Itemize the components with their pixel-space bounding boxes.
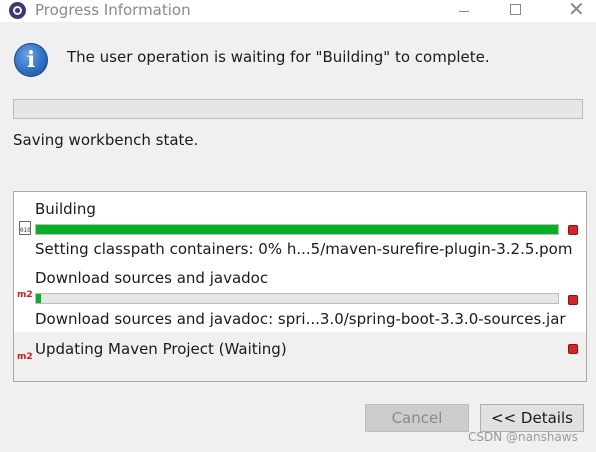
job-progress-fill — [36, 225, 558, 234]
job-detail: Download sources and javadoc: spri...3.0… — [35, 310, 566, 328]
eclipse-app-icon — [9, 2, 26, 19]
jobs-list: Building 010 Setting classpath container… — [13, 191, 587, 382]
info-icon: i — [14, 43, 48, 77]
job-name: Updating Maven Project (Waiting) — [35, 340, 287, 358]
maven-m2-icon: m2 — [17, 290, 33, 300]
minimize-icon — [459, 11, 469, 12]
maven-m2-icon: m2 — [17, 352, 33, 362]
progress-information-dialog: Progress Information ✕ i The user operat… — [0, 0, 596, 452]
main-progress-bar — [13, 99, 583, 119]
job-building: Building 010 Setting classpath container… — [14, 192, 586, 260]
job-updating-maven-project: Updating Maven Project (Waiting) m2 — [14, 332, 586, 381]
title-bar[interactable]: Progress Information ✕ — [0, 0, 596, 22]
job-detail: Setting classpath containers: 0% h...5/m… — [35, 240, 573, 258]
cancel-button[interactable]: Cancel — [365, 404, 469, 432]
stop-job-button[interactable] — [568, 225, 578, 235]
status-text: Saving workbench state. — [13, 131, 199, 149]
stop-job-button[interactable] — [568, 295, 578, 305]
job-name: Download sources and javadoc — [35, 269, 269, 287]
info-message: The user operation is waiting for "Build… — [67, 48, 490, 66]
window-title: Progress Information — [35, 1, 191, 19]
binary-file-icon: 010 — [19, 221, 31, 235]
maximize-icon — [510, 4, 521, 15]
stop-job-button[interactable] — [568, 344, 578, 354]
job-download-sources: Download sources and javadoc m2 Download… — [14, 260, 586, 332]
close-icon: ✕ — [568, 0, 585, 21]
minimize-button[interactable] — [448, 0, 488, 22]
maximize-button[interactable] — [496, 0, 536, 22]
job-progress-bar — [35, 224, 559, 235]
job-progress-bar — [35, 293, 559, 304]
watermark: CSDN @nanshaws — [468, 430, 578, 444]
details-button[interactable]: << Details — [480, 404, 584, 432]
job-progress-fill — [36, 294, 42, 303]
close-button[interactable]: ✕ — [552, 0, 592, 22]
job-name: Building — [35, 200, 96, 218]
